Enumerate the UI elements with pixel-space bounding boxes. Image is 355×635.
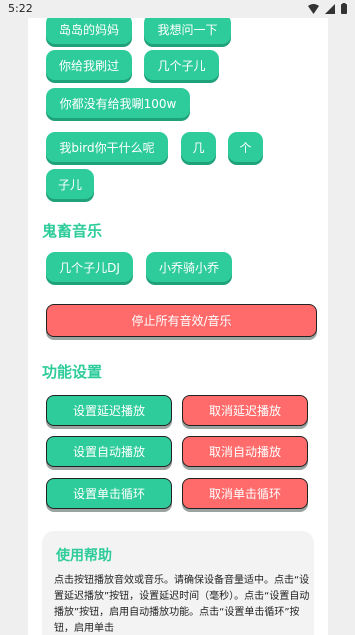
section-title-ghost: 鬼畜音乐 — [42, 222, 103, 240]
cancel-auto-button[interactable]: 取消自动播放 — [182, 436, 308, 467]
signal-icon — [325, 3, 335, 14]
sound-button[interactable]: 岛岛的妈妈 — [46, 18, 132, 44]
cancel-loop-button[interactable]: 取消单击循环 — [182, 478, 308, 509]
battery-icon — [341, 3, 347, 14]
set-delay-button[interactable]: 设置延迟播放 — [46, 395, 172, 426]
sound-button[interactable]: 个 — [228, 132, 263, 162]
help-title: 使用帮助 — [56, 548, 112, 564]
sound-button[interactable]: 几 — [181, 132, 216, 162]
help-panel: 使用帮助 点击按钮播放音效或音乐。请确保设备音量适中。点击“设置延迟播放”按钮，… — [42, 531, 314, 635]
sound-button[interactable]: 你给我刷过 — [46, 50, 132, 80]
wifi-icon — [308, 3, 319, 14]
sound-button[interactable]: 我想问一下 — [144, 18, 231, 44]
sound-button[interactable]: 子儿 — [46, 169, 94, 199]
ghost-music-button[interactable]: 几个子儿DJ — [46, 252, 133, 282]
sound-button[interactable]: 你都没有给我唰100w — [46, 88, 190, 118]
sound-button[interactable]: 我bird你干什么呢 — [46, 132, 168, 162]
help-text: 点击按钮播放音效或音乐。请确保设备音量适中。点击“设置延迟播放”按钮，设置延迟时… — [54, 575, 310, 634]
set-auto-button[interactable]: 设置自动播放 — [46, 436, 172, 467]
status-time: 5:22 — [8, 2, 33, 15]
sound-button[interactable]: 几个子儿 — [144, 50, 219, 80]
content-card: 岛岛的妈妈 我想问一下 你给我刷过 几个子儿 你都没有给我唰100w 我bird… — [28, 18, 328, 635]
status-bar: 5:22 — [0, 0, 355, 18]
set-loop-button[interactable]: 设置单击循环 — [46, 478, 172, 509]
ghost-music-button[interactable]: 小乔骑小乔 — [146, 252, 232, 282]
stop-all-button[interactable]: 停止所有音效/音乐 — [46, 304, 317, 337]
section-title-functions: 功能设置 — [42, 363, 103, 381]
status-icons — [308, 3, 347, 14]
cancel-delay-button[interactable]: 取消延迟播放 — [182, 395, 308, 426]
